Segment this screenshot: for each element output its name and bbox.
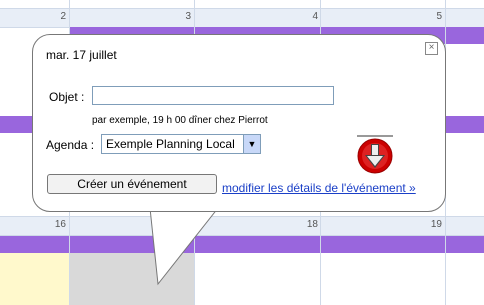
day-number[interactable]: 19	[416, 219, 442, 230]
chevron-down-icon[interactable]: ▼	[243, 135, 260, 153]
week-header-row	[0, 8, 484, 28]
day-number[interactable]: 17	[165, 219, 191, 230]
close-icon[interactable]: ×	[425, 42, 438, 55]
objet-hint: par exemple, 19 h 00 dîner chez Pierrot	[92, 115, 268, 126]
day-number[interactable]: 3	[165, 11, 191, 22]
day-number[interactable]: 2	[40, 11, 66, 22]
day-number[interactable]: 4	[292, 11, 318, 22]
event-bar[interactable]	[444, 116, 484, 133]
objet-label: Objet :	[49, 90, 85, 104]
agenda-select[interactable]: Exemple Planning Local ▼	[101, 134, 261, 154]
down-arrow-drag-icon[interactable]	[356, 135, 394, 175]
event-bar[interactable]	[0, 236, 484, 253]
today-cell[interactable]	[0, 252, 69, 305]
day-number[interactable]: 18	[292, 219, 318, 230]
create-event-button[interactable]: Créer un événement	[47, 174, 217, 194]
agenda-label: Agenda :	[46, 138, 95, 152]
agenda-selected-value: Exemple Planning Local	[106, 137, 235, 151]
week-header-row	[0, 216, 484, 236]
objet-input[interactable]	[92, 86, 334, 105]
day-number[interactable]: 5	[416, 11, 442, 22]
edit-event-details-link[interactable]: modifier les détails de l'événement »	[222, 181, 416, 195]
selected-date-label: mar. 17 juillet	[46, 48, 117, 62]
day-number[interactable]: 16	[40, 219, 66, 230]
